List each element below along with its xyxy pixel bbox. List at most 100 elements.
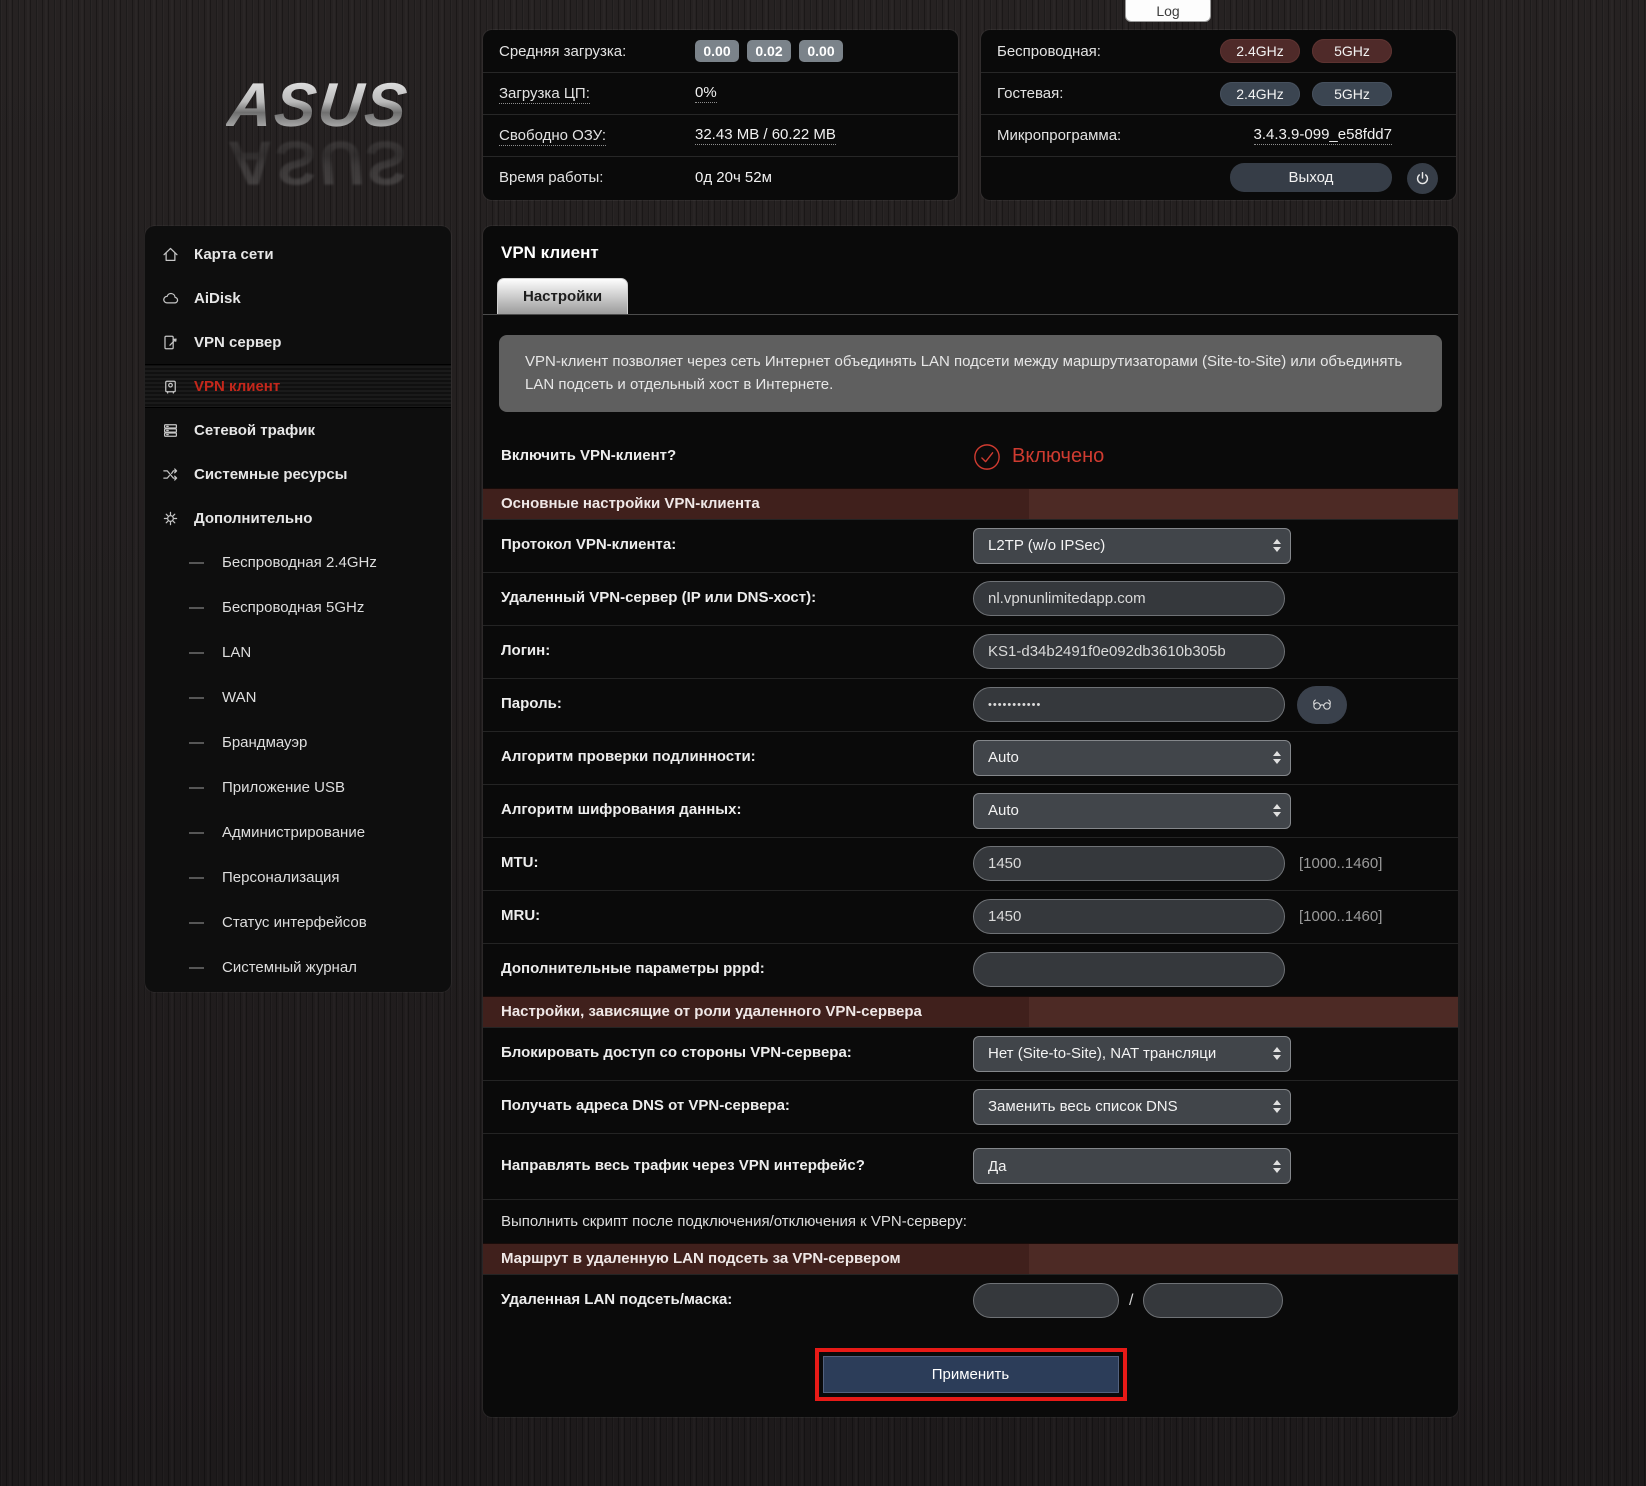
mtu-input[interactable] bbox=[973, 846, 1285, 881]
dns-from-server-select[interactable]: Заменить весь список DNS bbox=[973, 1089, 1291, 1125]
up-down-arrows-icon bbox=[1273, 539, 1281, 552]
firmware-value[interactable]: 3.4.3.9-099_e58fdd7 bbox=[1254, 126, 1392, 145]
protocol-select[interactable]: L2TP (w/o IPSec) bbox=[973, 528, 1291, 564]
protocol-row: Протокол VPN-клиента: L2TP (w/o IPSec) bbox=[483, 519, 1458, 572]
reveal-password-button[interactable] bbox=[1297, 686, 1347, 724]
power-button[interactable] bbox=[1407, 163, 1438, 194]
mru-range-hint: [1000..1460] bbox=[1299, 908, 1382, 925]
dns-from-server-row: Получать адреса DNS от VPN-сервера: Заме… bbox=[483, 1080, 1458, 1133]
sidebar-subitem-label: Беспроводная 2.4GHz bbox=[222, 554, 377, 571]
sidebar-subitem-wireless-24[interactable]: — Беспроводная 2.4GHz bbox=[145, 540, 451, 585]
dash-icon: — bbox=[189, 689, 204, 706]
guest-24-badge[interactable]: 2.4GHz bbox=[1220, 82, 1300, 106]
block-access-row: Блокировать доступ со стороны VPN-сервер… bbox=[483, 1027, 1458, 1080]
sidebar-item-network-traffic[interactable]: Сетевой трафик bbox=[145, 408, 451, 452]
avg-load-badges: 0.00 0.02 0.00 bbox=[695, 40, 843, 62]
route-all-traffic-select[interactable]: Да bbox=[973, 1148, 1291, 1184]
server-input[interactable] bbox=[973, 581, 1285, 616]
sidebar-subitem-usb-app[interactable]: —Приложение USB bbox=[145, 765, 451, 810]
sidebar: Карта сети AiDisk VPN сервер VPN клиент … bbox=[145, 226, 451, 992]
protocol-label: Протокол VPN-клиента: bbox=[501, 535, 973, 555]
server-label: Удаленный VPN-сервер (IP или DNS-хост): bbox=[501, 588, 973, 608]
pppd-options-label: Дополнительные параметры pppd: bbox=[501, 959, 973, 979]
cipher-algorithm-select[interactable]: Auto bbox=[973, 793, 1291, 829]
sidebar-subitem-wan[interactable]: — WAN bbox=[145, 675, 451, 720]
auth-algorithm-value: Auto bbox=[988, 749, 1267, 766]
password-input[interactable] bbox=[973, 687, 1285, 722]
vpn-client-icon bbox=[161, 377, 180, 396]
sidebar-subitem-system-log[interactable]: — Системный журнал bbox=[145, 945, 451, 990]
tab-settings[interactable]: Настройки bbox=[497, 278, 628, 314]
dash-icon: — bbox=[189, 554, 204, 571]
pppd-options-input[interactable] bbox=[973, 952, 1285, 987]
sidebar-item-system-resources[interactable]: Системные ресурсы bbox=[145, 452, 451, 496]
dash-icon: — bbox=[189, 824, 204, 841]
sidebar-item-vpn-client[interactable]: VPN клиент bbox=[145, 364, 451, 408]
sidebar-item-label: VPN сервер bbox=[194, 334, 281, 351]
sidebar-item-aidisk[interactable]: AiDisk bbox=[145, 276, 451, 320]
dash-icon: — bbox=[189, 779, 204, 796]
sidebar-subitem-personalization[interactable]: — Персонализация bbox=[145, 855, 451, 900]
remote-lan-mask-input[interactable] bbox=[1143, 1283, 1283, 1318]
wireless-5-badge[interactable]: 5GHz bbox=[1312, 39, 1392, 63]
red-annotation-box: Применить bbox=[815, 1348, 1127, 1401]
sidebar-subitem-label: Системный журнал bbox=[222, 959, 357, 976]
auth-algorithm-select[interactable]: Auto bbox=[973, 740, 1291, 776]
cpu-value: 0% bbox=[695, 84, 717, 103]
glasses-icon bbox=[1311, 698, 1333, 711]
route-all-traffic-row: Направлять весь трафик через VPN интерфе… bbox=[483, 1133, 1458, 1199]
sidebar-subitem-label: LAN bbox=[222, 644, 251, 661]
load-badge-1: 0.00 bbox=[695, 40, 739, 62]
up-down-arrows-icon bbox=[1273, 751, 1281, 764]
firmware-label: Микропрограмма: bbox=[997, 127, 1254, 144]
sidebar-item-vpn-server[interactable]: VPN сервер bbox=[145, 320, 451, 364]
traffic-icon bbox=[161, 421, 180, 440]
vpn-server-icon bbox=[161, 333, 180, 352]
logout-button[interactable]: Выход bbox=[1230, 163, 1392, 192]
mru-row: MRU: [1000..1460] bbox=[483, 890, 1458, 943]
sidebar-subitem-firewall[interactable]: —Брандмауэр bbox=[145, 720, 451, 765]
dash-icon: — bbox=[189, 644, 204, 661]
cipher-algorithm-value: Auto bbox=[988, 802, 1267, 819]
sidebar-subitem-label: WAN bbox=[222, 689, 256, 706]
sidebar-subitem-administration[interactable]: — Администрирование bbox=[145, 810, 451, 855]
password-label: Пароль: bbox=[501, 694, 973, 714]
dash-icon: — bbox=[189, 734, 204, 751]
sidebar-item-network-map[interactable]: Карта сети bbox=[145, 232, 451, 276]
cipher-algorithm-label: Алгоритм шифрования данных: bbox=[501, 800, 973, 820]
login-input[interactable] bbox=[973, 634, 1285, 669]
dash-icon: — bbox=[189, 869, 204, 886]
up-down-arrows-icon bbox=[1273, 1100, 1281, 1113]
sidebar-item-label: Дополнительно bbox=[194, 510, 312, 527]
up-down-arrows-icon bbox=[1273, 1047, 1281, 1060]
wireless-badges: 2.4GHz 5GHz bbox=[1220, 39, 1392, 63]
dns-from-server-label: Получать адреса DNS от VPN-сервера: bbox=[501, 1096, 973, 1116]
apply-button[interactable]: Применить bbox=[823, 1356, 1119, 1393]
sidebar-subitem-label: Администрирование bbox=[222, 824, 365, 841]
ram-label: Свободно ОЗУ: bbox=[499, 127, 695, 144]
sidebar-subitem-interface-status[interactable]: —Статус интерфейсов bbox=[145, 900, 451, 945]
protocol-value: L2TP (w/o IPSec) bbox=[988, 537, 1267, 554]
mtu-range-hint: [1000..1460] bbox=[1299, 855, 1382, 872]
sidebar-item-advanced[interactable]: Дополнительно bbox=[145, 496, 451, 540]
log-button[interactable]: Log bbox=[1125, 0, 1211, 22]
guest-5-badge[interactable]: 5GHz bbox=[1312, 82, 1392, 106]
dash-icon: — bbox=[189, 959, 204, 976]
subnet-mask-separator: / bbox=[1129, 1292, 1133, 1310]
sidebar-subitem-wireless-5[interactable]: —Беспроводная 5GHz bbox=[145, 585, 451, 630]
mru-input[interactable] bbox=[973, 899, 1285, 934]
check-circle-icon bbox=[973, 443, 1001, 471]
section-basic-settings: Основные настройки VPN-клиента bbox=[483, 488, 1458, 519]
up-down-arrows-icon bbox=[1273, 1160, 1281, 1173]
sidebar-item-label: Карта сети bbox=[194, 246, 274, 263]
remote-lan-subnet-input[interactable] bbox=[973, 1283, 1119, 1318]
block-access-select[interactable]: Нет (Site-to-Site), NAT трансляци bbox=[973, 1036, 1291, 1072]
gear-icon bbox=[161, 509, 180, 528]
wireless-label: Беспроводная: bbox=[997, 43, 1220, 60]
mtu-label: MTU: bbox=[501, 853, 973, 873]
sidebar-subitem-lan[interactable]: — LAN bbox=[145, 630, 451, 675]
vpn-enabled-toggle[interactable]: Включено bbox=[973, 443, 1104, 471]
sidebar-subitem-label: Персонализация bbox=[222, 869, 340, 886]
wireless-24-badge[interactable]: 2.4GHz bbox=[1220, 39, 1300, 63]
load-badge-2: 0.02 bbox=[747, 40, 791, 62]
